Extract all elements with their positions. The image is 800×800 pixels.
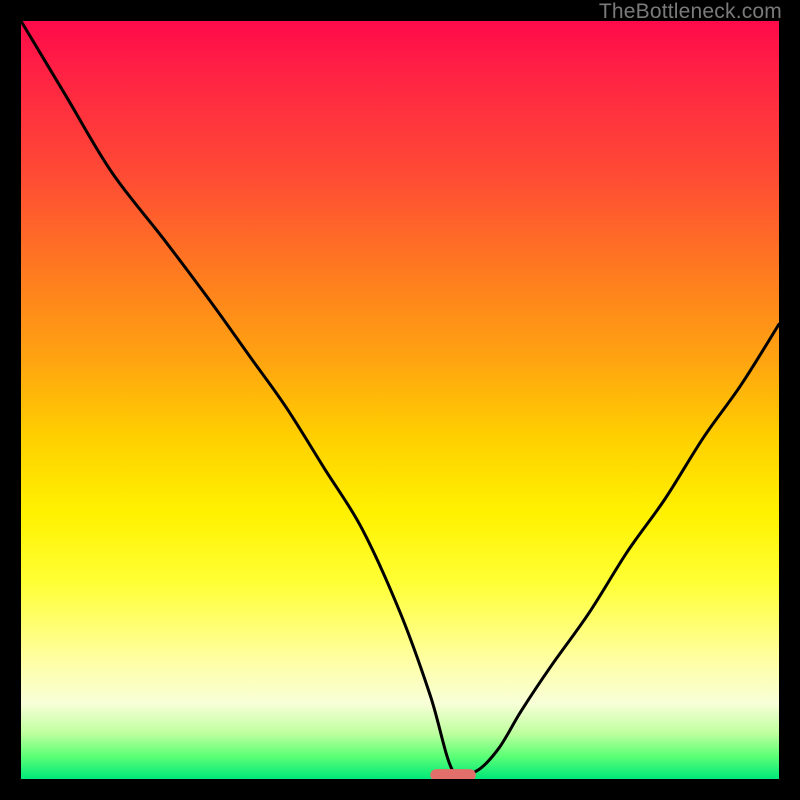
- bottleneck-curve: [21, 21, 779, 778]
- chart-frame: TheBottleneck.com: [0, 0, 800, 800]
- watermark-text: TheBottleneck.com: [599, 0, 782, 24]
- plot-area: [21, 21, 779, 779]
- chart-svg: [21, 21, 779, 779]
- min-marker: [430, 769, 476, 779]
